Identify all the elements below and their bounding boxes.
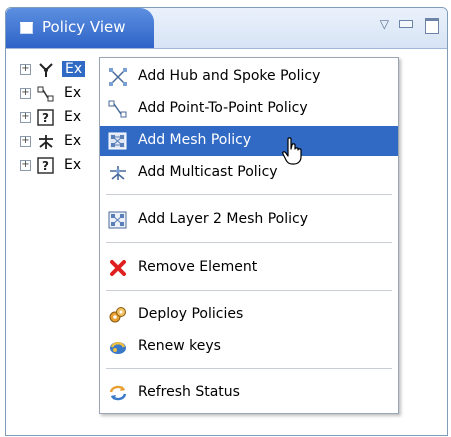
mouse-pointer-icon	[282, 137, 302, 165]
tree-node-label: Ex	[62, 61, 86, 77]
layer2-mesh-icon	[108, 211, 127, 229]
point-to-point-icon	[108, 100, 127, 118]
unknown-policy-node-icon: ?	[37, 109, 54, 126]
menu-item-label: Add Point-To-Point Policy	[138, 100, 308, 116]
deploy-icon	[109, 307, 126, 323]
menu-separator	[106, 368, 392, 369]
tree-node-label: Ex	[64, 85, 82, 101]
tree-node-label: Ex	[64, 133, 82, 149]
menu-item-add-hub-spoke-policy[interactable]: Add Hub and Spoke Policy	[100, 62, 398, 92]
minimize-icon[interactable]	[399, 20, 413, 28]
menu-item-add-point-to-point-policy[interactable]: Add Point-To-Point Policy	[100, 94, 398, 124]
menu-item-remove-element[interactable]: Remove Element	[100, 253, 398, 283]
menu-item-label: Renew keys	[138, 338, 221, 354]
menu-item-add-multicast-policy[interactable]: Add Multicast Policy	[100, 158, 398, 188]
menu-separator	[106, 290, 392, 291]
multicast-node-icon	[39, 135, 53, 149]
expand-icon[interactable]: +	[20, 112, 31, 123]
expand-icon[interactable]: +	[20, 88, 31, 99]
expand-icon[interactable]: +	[20, 160, 31, 171]
svg-text:?: ?	[42, 159, 49, 173]
menu-separator	[106, 194, 392, 195]
menu-item-renew-keys[interactable]: Renew keys	[100, 332, 398, 362]
hub-spoke-node-icon	[39, 63, 53, 77]
menu-item-label: Refresh Status	[138, 384, 240, 400]
view-menu-icon[interactable]: ▽	[380, 17, 389, 31]
point-to-point-node-icon	[37, 86, 54, 102]
menu-item-label: Add Multicast Policy	[138, 164, 278, 180]
menu-item-label: Add Mesh Policy	[138, 132, 252, 148]
tree-node-label: Ex	[64, 109, 82, 125]
menu-item-label: Remove Element	[138, 259, 258, 275]
maximize-icon[interactable]	[425, 18, 439, 34]
tab-title: Policy View	[42, 18, 126, 36]
menu-separator	[106, 242, 392, 243]
view-window-icon	[20, 22, 33, 34]
mesh-icon	[108, 132, 127, 150]
svg-text:?: ?	[42, 111, 49, 125]
unknown-policy-node-icon: ?	[37, 157, 54, 174]
remove-icon	[110, 260, 126, 276]
menu-item-add-layer2-mesh-policy[interactable]: Add Layer 2 Mesh Policy	[100, 205, 398, 235]
refresh-icon	[109, 385, 127, 401]
policy-view-tab[interactable]: Policy View	[6, 8, 154, 48]
menu-item-label: Deploy Policies	[138, 306, 244, 322]
menu-item-label: Add Hub and Spoke Policy	[138, 68, 321, 84]
multicast-icon	[110, 166, 126, 180]
menu-item-label: Add Layer 2 Mesh Policy	[138, 211, 308, 227]
renew-keys-icon	[110, 342, 126, 354]
expand-icon[interactable]: +	[20, 136, 31, 147]
menu-item-deploy-policies[interactable]: Deploy Policies	[100, 300, 398, 330]
tree-node-label: Ex	[64, 157, 82, 173]
view-tab-bar: Policy View ▽	[6, 8, 447, 49]
hub-spoke-icon	[109, 68, 127, 86]
menu-item-add-mesh-policy[interactable]: Add Mesh Policy	[100, 126, 398, 156]
expand-icon[interactable]: +	[20, 64, 31, 75]
context-menu: Add Hub and Spoke Policy Add Point-To-Po…	[99, 57, 399, 414]
menu-item-refresh-status[interactable]: Refresh Status	[100, 378, 398, 408]
